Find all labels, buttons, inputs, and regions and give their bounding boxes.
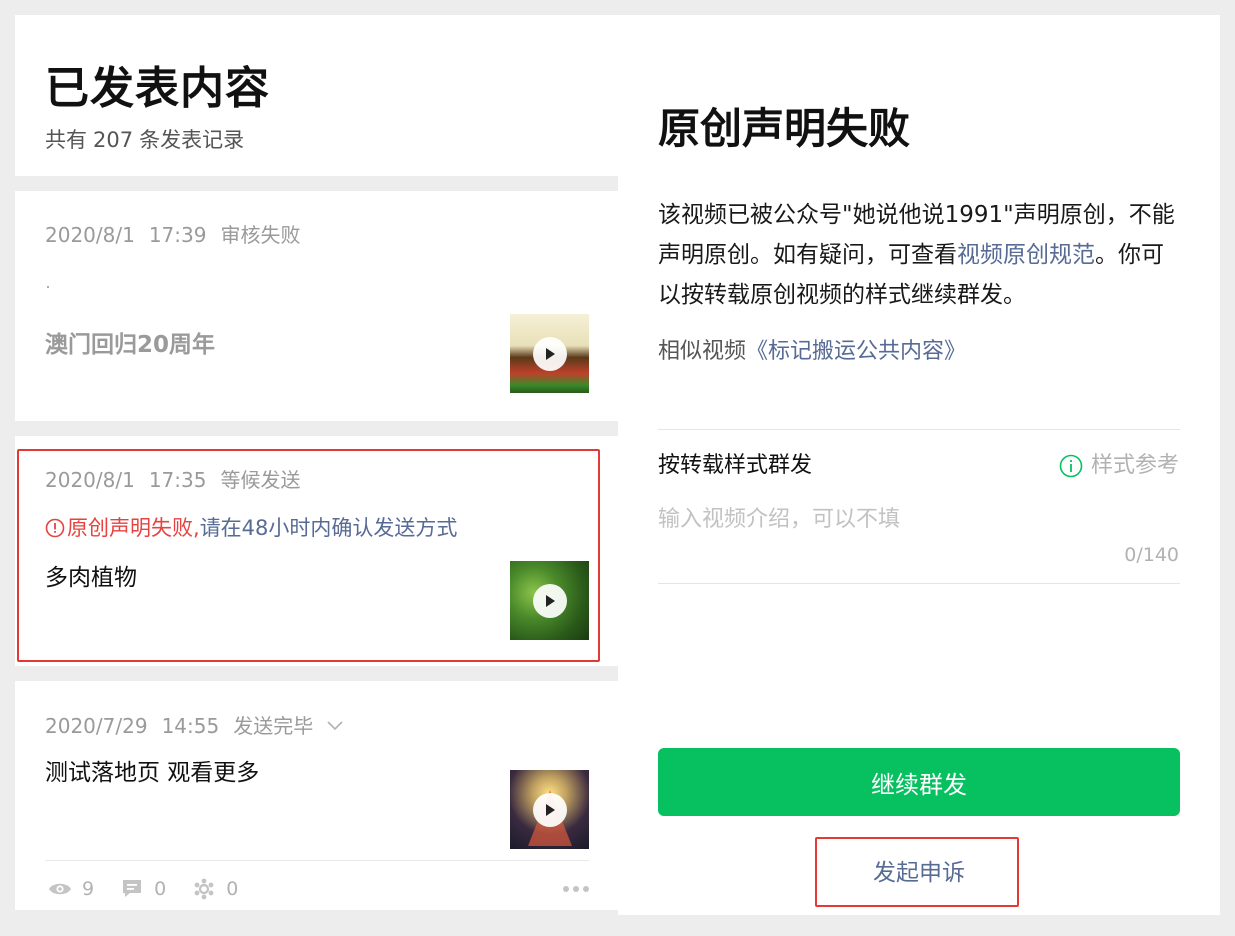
share-icon xyxy=(194,878,214,900)
post-card-3[interactable]: 2020/7/29 14:55 发送完毕 测试落地页 观看更多 9 0 0 xyxy=(15,681,618,910)
continue-broadcast-button[interactable]: 继续群发 xyxy=(658,748,1180,816)
dialog-title: 原创声明失败 xyxy=(658,104,911,153)
shares-count: 0 xyxy=(226,878,239,900)
video-thumbnail[interactable] xyxy=(510,770,589,849)
post-status: 发送完毕 xyxy=(233,714,314,738)
post-meta: 2020/8/1 17:39 审核失败 xyxy=(45,222,300,248)
dialog-description: 该视频已被公众号"她说他说1991"声明原创，不能声明原创。如有疑问，可查看视频… xyxy=(658,195,1180,315)
play-icon[interactable] xyxy=(532,792,567,827)
appeal-button[interactable]: 发起申诉 xyxy=(658,855,1180,891)
alert-icon xyxy=(45,518,65,538)
similar-video: 相似视频《标记搬运公共内容》 xyxy=(658,334,966,370)
video-thumbnail[interactable] xyxy=(510,314,589,393)
post-time: 17:39 xyxy=(148,223,207,247)
post-status: 审核失败 xyxy=(220,223,301,247)
comment-icon xyxy=(123,880,142,897)
post-title: 多肉植物 xyxy=(45,565,137,591)
repost-style-label: 按转载样式群发 xyxy=(658,453,813,478)
similar-video-link[interactable]: 《标记搬运公共内容》 xyxy=(746,339,966,364)
more-options-icon[interactable] xyxy=(563,886,589,892)
style-reference-label: 样式参考 xyxy=(1090,453,1179,478)
views-count: 9 xyxy=(82,878,95,900)
record-count-number: 207 xyxy=(93,128,134,152)
comments-count: 0 xyxy=(154,878,167,900)
list-header: 已发表内容 共有 207 条发表记录 xyxy=(15,15,618,176)
post-time: 17:35 xyxy=(148,468,207,492)
play-icon[interactable] xyxy=(532,583,567,618)
record-count-suffix: 条发表记录 xyxy=(139,128,245,152)
post-meta: 2020/8/1 17:35 等候发送 xyxy=(45,467,300,493)
video-intro-input[interactable] xyxy=(658,505,1180,535)
post-status: 等候发送 xyxy=(220,468,301,492)
record-count: 共有 207 条发表记录 xyxy=(45,127,588,153)
post-title: 澳门回归20周年 xyxy=(45,332,216,358)
post-meta: 2020/7/29 14:55 发送完毕 xyxy=(45,713,343,739)
post-card-2[interactable]: 2020/8/1 17:35 等候发送 原创声明失败, 请在48小时内确认发送方式… xyxy=(15,436,618,666)
post-stats: 9 0 0 xyxy=(48,878,589,900)
chevron-down-icon[interactable] xyxy=(327,721,343,731)
input-divider xyxy=(658,583,1180,584)
post-card-1[interactable]: 2020/8/1 17:39 审核失败 澳门回归20周年 xyxy=(15,191,618,421)
comments-stat: 0 xyxy=(120,878,166,900)
eye-icon xyxy=(49,883,71,895)
char-counter: 0/140 xyxy=(1124,544,1179,566)
original-claim-warning[interactable]: 原创声明失败, 请在48小时内确认发送方式 xyxy=(45,514,457,542)
published-list-panel: 已发表内容 共有 207 条发表记录 2020/8/1 17:39 审核失败 澳门回… xyxy=(15,15,618,915)
record-count-prefix: 共有 xyxy=(45,128,87,152)
warning-action-text[interactable]: 请在48小时内确认发送方式 xyxy=(200,514,458,542)
warning-error-text: 原创声明失败, xyxy=(67,516,200,540)
similar-label: 相似视频 xyxy=(658,339,747,364)
info-icon xyxy=(1059,454,1083,478)
post-date: 2020/8/1 xyxy=(45,223,135,247)
play-icon[interactable] xyxy=(532,336,567,371)
separator-dot xyxy=(47,286,49,288)
post-date: 2020/8/1 xyxy=(45,468,135,492)
original-rules-link[interactable]: 视频原创规范 xyxy=(957,242,1095,268)
views-stat: 9 xyxy=(48,878,94,900)
shares-stat: 0 xyxy=(192,878,238,900)
original-claim-failed-dialog: 原创声明失败 该视频已被公众号"她说他说1991"声明原创，不能声明原创。如有疑… xyxy=(618,15,1220,915)
section-divider xyxy=(658,429,1180,430)
post-date: 2020/7/29 xyxy=(45,714,148,738)
post-time: 14:55 xyxy=(161,714,220,738)
page-title: 已发表内容 xyxy=(45,63,270,114)
video-thumbnail[interactable] xyxy=(510,561,589,640)
post-title: 测试落地页 观看更多 xyxy=(45,760,260,786)
card-divider xyxy=(45,860,589,861)
style-reference-link[interactable]: 样式参考 xyxy=(1059,451,1179,481)
